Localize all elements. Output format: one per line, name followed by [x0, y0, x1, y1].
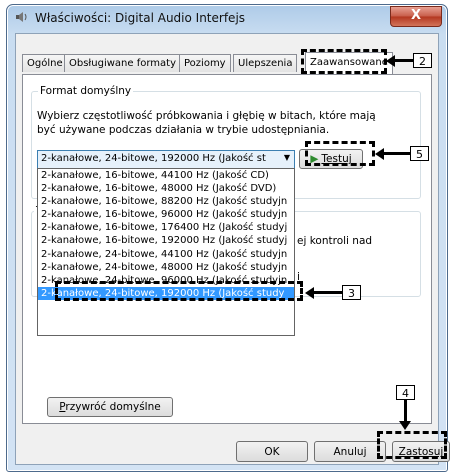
callout-label-3: 3 — [342, 285, 361, 300]
dialog-body: Ogólne Obsługiwane formaty Poziomy Uleps… — [15, 33, 450, 465]
callout-box-test-button — [305, 141, 375, 166]
tab-enhancements[interactable]: Ulepszenia — [233, 54, 298, 72]
callout-label-5: 5 — [410, 146, 429, 161]
callout-arrowhead-2 — [386, 55, 395, 67]
callout-box-apply-button — [377, 431, 447, 459]
tab-levels[interactable]: Poziomy — [179, 54, 231, 72]
format-option[interactable]: 2-kanałowe, 16-bitowe, 192000 Hz (Jakość… — [38, 234, 294, 247]
format-option[interactable]: 2-kanałowe, 16-bitowe, 44100 Hz (Jakość … — [38, 169, 294, 182]
callout-arrow-5 — [384, 152, 410, 155]
format-option[interactable]: 2-kanałowe, 16-bitowe, 176400 Hz (Jakość… — [38, 221, 294, 234]
callout-box-advanced-tab — [301, 49, 387, 74]
format-option[interactable]: 2-kanałowe, 24-bitowe, 44100 Hz (Jakość … — [38, 248, 294, 261]
cancel-button[interactable]: Anuluj — [314, 441, 386, 462]
close-button[interactable]: X — [390, 6, 442, 27]
format-option[interactable]: 2-kanałowe, 16-bitowe, 88200 Hz (Jakość … — [38, 195, 294, 208]
callout-arrow-3 — [314, 291, 342, 294]
tab-supported-formats[interactable]: Obsługiwane formaty — [64, 54, 181, 72]
exclusive-mode-text-partial: ej kontroli nad — [297, 235, 373, 247]
format-select-value: 2-kanałowe, 24-bitowe, 192000 Hz (Jakość… — [41, 153, 266, 164]
format-select[interactable]: 2-kanałowe, 24-bitowe, 192000 Hz (Jakość… — [37, 150, 295, 169]
properties-window: Właściwości: Digital Audio Interfejs X O… — [6, 4, 450, 472]
callout-arrow-2 — [395, 59, 413, 62]
speaker-icon — [16, 12, 27, 22]
default-format-description: Wybierz częstotliwość próbkowania i głęb… — [37, 110, 376, 136]
format-option[interactable]: 2-kanałowe, 16-bitowe, 48000 Hz (Jakość … — [38, 182, 294, 195]
callout-arrowhead-4 — [399, 421, 411, 430]
callout-label-2: 2 — [413, 53, 432, 68]
window-title: Właściwości: Digital Audio Interfejs — [35, 11, 246, 25]
tab-general[interactable]: Ogólne — [22, 54, 68, 72]
callout-label-4: 4 — [396, 385, 415, 400]
close-icon: X — [410, 8, 422, 23]
title-bar[interactable]: Właściwości: Digital Audio Interfejs X — [7, 5, 447, 31]
restore-defaults-button[interactable]: Przywróć domyślne — [47, 397, 173, 417]
format-option[interactable]: 2-kanałowe, 24-bitowe, 48000 Hz (Jakość … — [38, 261, 294, 274]
default-format-legend: Format domyślny — [38, 85, 134, 97]
ok-button[interactable]: OK — [236, 441, 308, 462]
callout-box-selected-option — [55, 281, 303, 301]
callout-arrowhead-3 — [305, 287, 314, 299]
format-option[interactable]: 2-kanałowe, 16-bitowe, 96000 Hz (Jakość … — [38, 208, 294, 221]
chevron-down-icon: ▼ — [283, 153, 290, 162]
callout-arrow-4 — [404, 400, 407, 422]
format-dropdown-list[interactable]: 2-kanałowe, 16-bitowe, 44100 Hz (Jakość … — [37, 168, 295, 336]
advanced-tab-panel: Format domyślny Wybierz częstotliwość pr… — [22, 74, 432, 424]
callout-arrowhead-5 — [375, 148, 384, 160]
